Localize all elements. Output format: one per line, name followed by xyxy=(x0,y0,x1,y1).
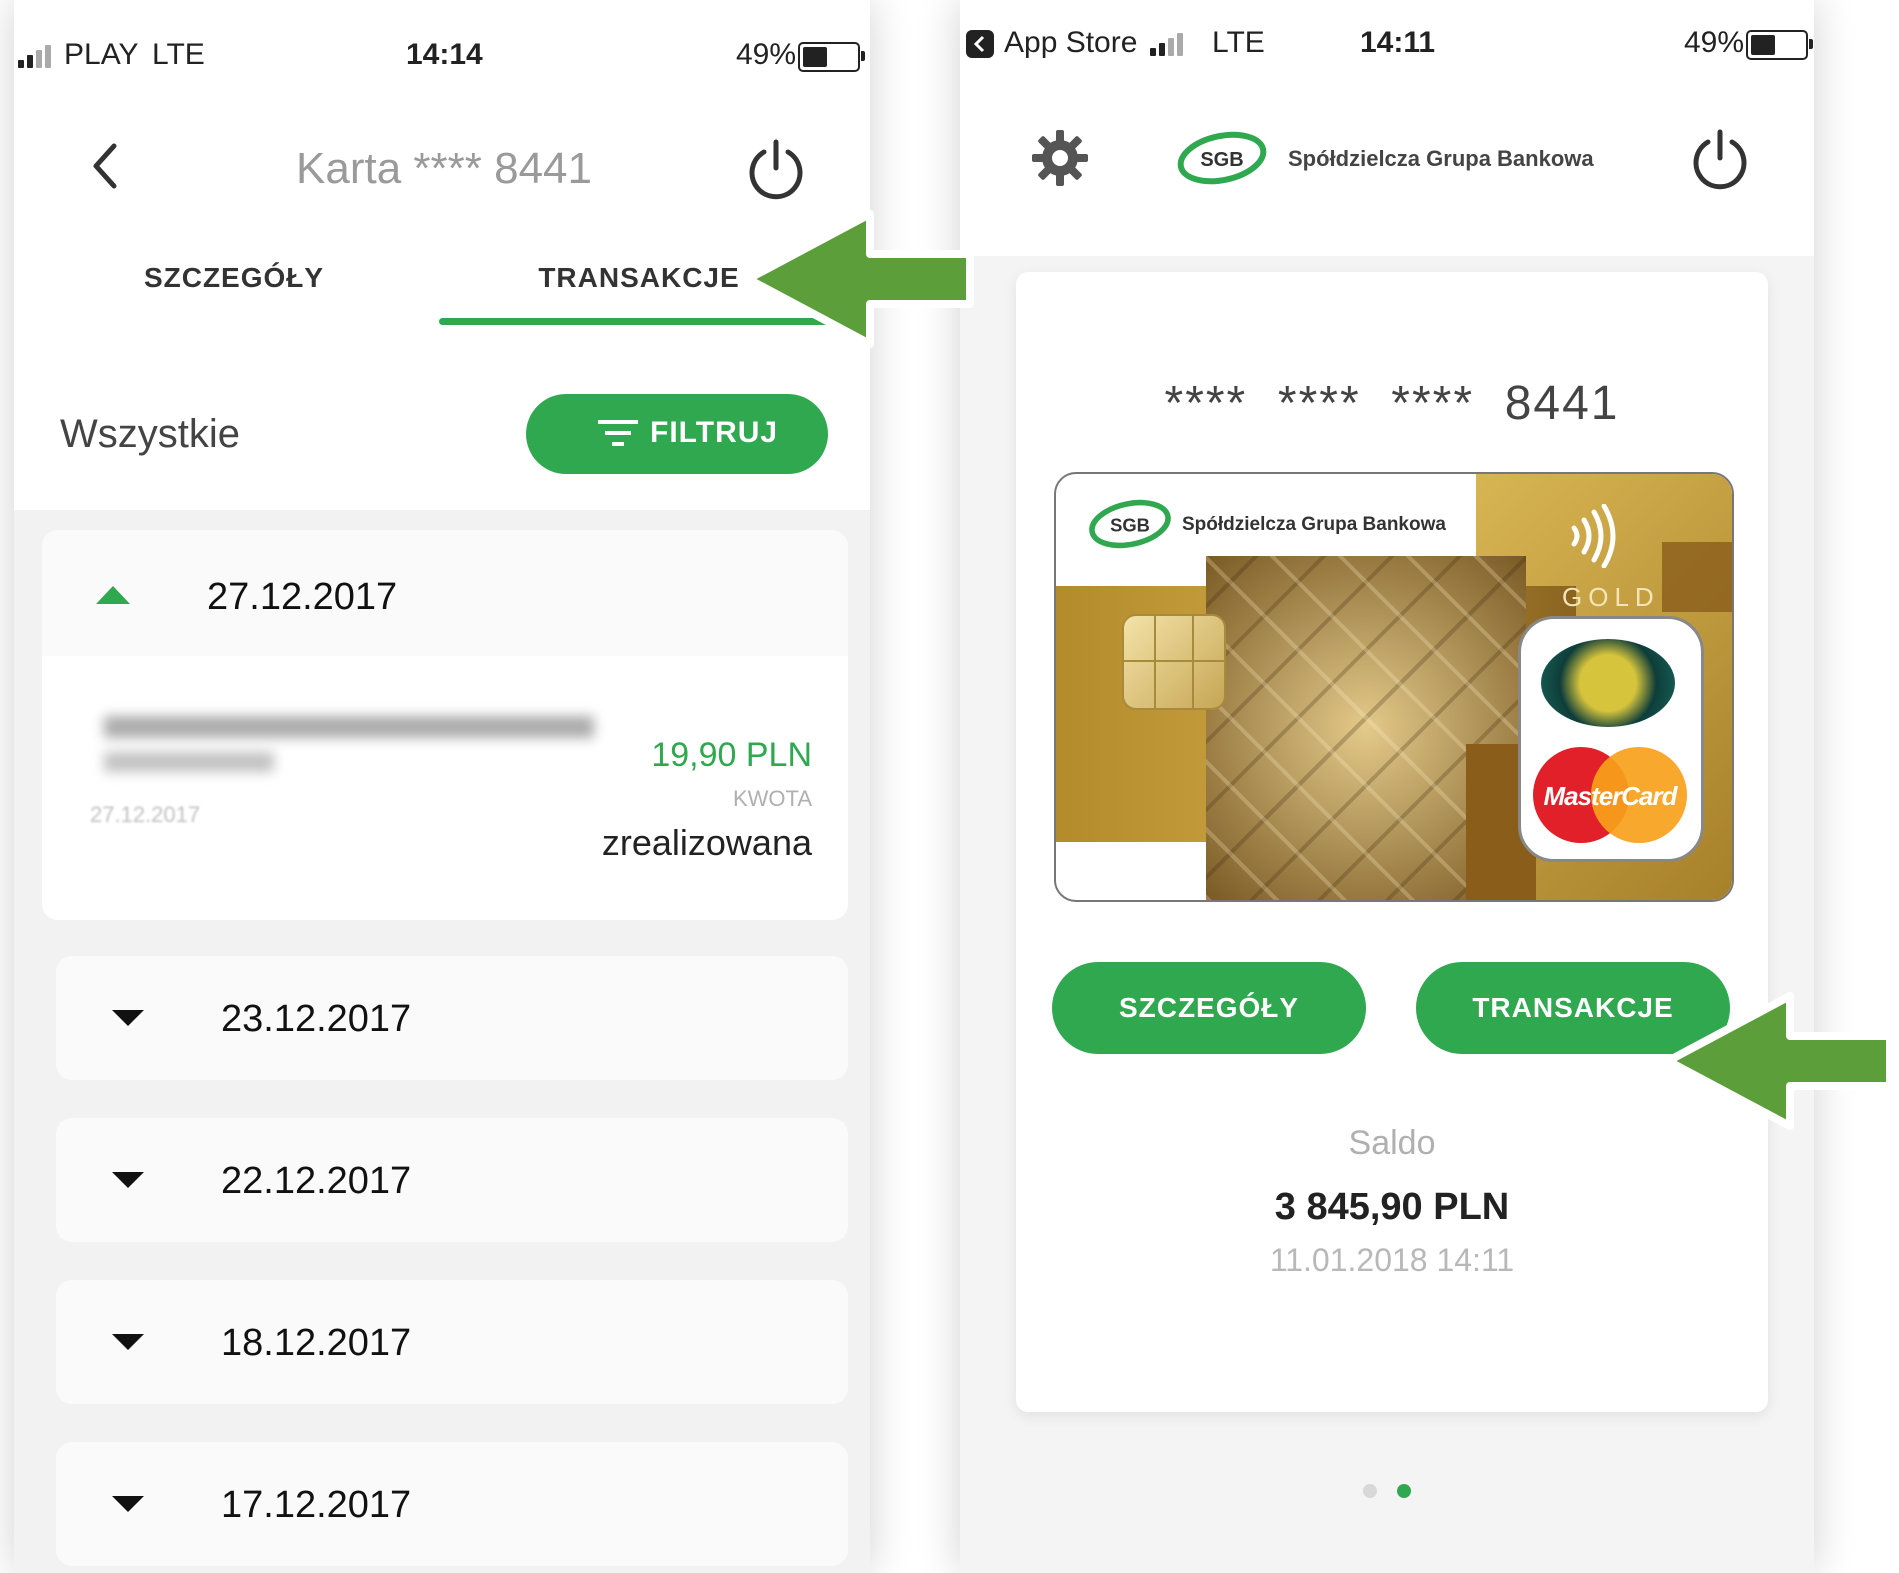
status-bar: PLAY LTE 14:14 49% xyxy=(14,0,870,110)
svg-text:SGB: SGB xyxy=(1200,149,1243,171)
logout-button[interactable] xyxy=(744,136,808,200)
balance-timestamp: 11.01.2018 14:11 xyxy=(1269,1242,1515,1278)
group-date: 23.12.2017 xyxy=(221,998,412,1040)
chevron-left-icon xyxy=(93,143,117,189)
signal-icon xyxy=(18,44,62,68)
right-phone-screen: App Store LTE 14:11 49% SGB Spółdzielcza… xyxy=(960,0,1814,1573)
carrier-label: PLAY xyxy=(64,38,139,71)
back-app-label[interactable]: App Store xyxy=(1004,26,1137,60)
hologram-globe-icon xyxy=(1541,639,1675,727)
date-group-collapsed[interactable]: 18.12.2017 xyxy=(56,1280,848,1404)
settings-button[interactable] xyxy=(1030,128,1090,188)
details-button[interactable]: SZCZEGÓŁY xyxy=(1052,962,1366,1054)
card-panel: **** **** **** 8441 SGB Spółdzielcza Gru… xyxy=(1016,272,1768,1412)
chip-icon xyxy=(1122,614,1226,710)
date-group-collapsed[interactable]: 17.12.2017 xyxy=(56,1442,848,1566)
triangle-down-icon xyxy=(112,1172,144,1188)
signal-icon xyxy=(1150,32,1194,56)
bank-name: Spółdzielcza Grupa Bankowa xyxy=(1288,146,1594,171)
battery-percent: 49% xyxy=(736,38,797,71)
transaction-date: 27.12.2017 xyxy=(90,802,201,827)
date-group-header[interactable]: 27.12.2017 xyxy=(42,530,848,656)
card-number: **** **** **** 8441 xyxy=(1164,377,1620,430)
date-group-collapsed[interactable]: 22.12.2017 xyxy=(56,1118,848,1242)
filter-scope-label: Wszystkie xyxy=(60,412,240,456)
date-group-collapsed[interactable]: 23.12.2017 xyxy=(56,956,848,1080)
transaction-list: 27.12.2017 27.12.2017 19,90 PLN KWOTA zr… xyxy=(14,510,870,1573)
bank-logo: SGB Spółdzielcza Grupa Bankowa xyxy=(1172,126,1612,190)
page-indicator xyxy=(960,1484,1814,1503)
details-button-label: SZCZEGÓŁY xyxy=(1118,992,1300,1023)
card-tier: GOLD xyxy=(1562,582,1660,612)
contactless-icon xyxy=(1571,504,1616,568)
arrow-left-icon xyxy=(744,210,974,348)
group-date: 17.12.2017 xyxy=(221,1484,412,1526)
card-network-badge: MasterCard xyxy=(1518,616,1704,862)
group-date: 27.12.2017 xyxy=(207,576,398,618)
transaction-amount: 19,90 PLN xyxy=(651,736,812,774)
sgb-logo-icon: SGB xyxy=(1177,131,1267,185)
group-date: 18.12.2017 xyxy=(221,1322,412,1364)
tab-label: SZCZEGÓŁY xyxy=(143,262,325,293)
arrow-left-icon xyxy=(1664,992,1894,1130)
battery-icon xyxy=(798,42,865,72)
status-time: 14:14 xyxy=(406,38,483,71)
filter-button-label: FILTRUJ xyxy=(650,416,779,449)
battery-percent: 49% xyxy=(1684,26,1745,59)
balance-label: Saldo xyxy=(1348,1124,1436,1162)
back-to-app-icon[interactable] xyxy=(966,30,994,58)
card-bank-name: Spółdzielcza Grupa Bankowa xyxy=(1182,514,1446,535)
triangle-down-icon xyxy=(112,1334,144,1350)
power-icon xyxy=(1693,129,1747,190)
transaction-item[interactable]: 27.12.2017 19,90 PLN KWOTA zrealizowana xyxy=(42,656,848,920)
transaction-status: zrealizowana xyxy=(601,822,812,863)
filter-lines-icon xyxy=(598,420,638,446)
filter-button[interactable]: FILTRUJ xyxy=(526,394,828,474)
sgb-logo-icon: SGB xyxy=(1089,499,1171,549)
page-dot[interactable] xyxy=(1363,1484,1377,1498)
amount-caption: KWOTA xyxy=(732,786,812,811)
triangle-down-icon xyxy=(112,1496,144,1512)
card-square-accent xyxy=(1662,542,1732,612)
network-label: LTE xyxy=(1212,26,1265,59)
tab-szczegoly[interactable]: SZCZEGÓŁY xyxy=(54,262,414,322)
triangle-up-icon xyxy=(96,586,130,604)
network-label: LTE xyxy=(152,38,205,71)
svg-text:SGB: SGB xyxy=(1110,514,1150,535)
power-icon xyxy=(749,139,803,200)
network-name: MasterCard xyxy=(1543,781,1677,811)
date-group-expanded: 27.12.2017 27.12.2017 19,90 PLN KWOTA zr… xyxy=(42,530,848,920)
payment-card-image[interactable]: SGB Spółdzielcza Grupa Bankowa GOLD Mast… xyxy=(1054,472,1734,902)
mastercard-logo: MasterCard xyxy=(1529,747,1691,843)
gear-icon xyxy=(1032,130,1088,186)
group-date: 22.12.2017 xyxy=(221,1160,412,1202)
merchant-name-redacted xyxy=(104,716,594,738)
merchant-city-redacted xyxy=(104,752,274,772)
balance-amount: 3 845,90 PLN xyxy=(1274,1186,1510,1228)
page-title: Karta **** 8441 xyxy=(296,144,592,193)
logout-button[interactable] xyxy=(1688,126,1752,190)
triangle-down-icon xyxy=(112,1010,144,1026)
page-dot-active[interactable] xyxy=(1397,1484,1411,1498)
back-button[interactable] xyxy=(78,136,138,196)
status-time: 14:11 xyxy=(1360,26,1436,59)
battery-icon xyxy=(1746,30,1813,60)
